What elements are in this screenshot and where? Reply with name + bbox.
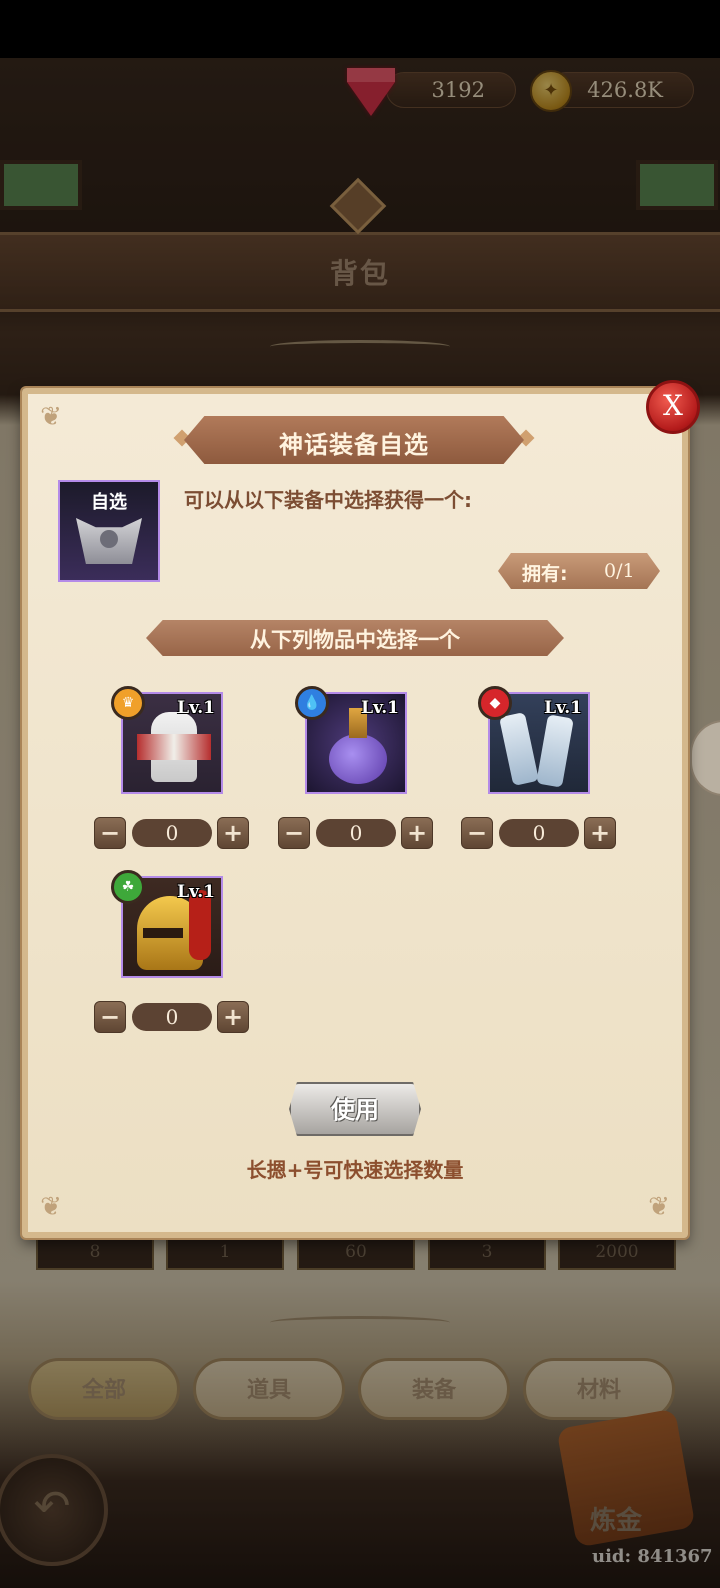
helmet-visor	[143, 928, 183, 938]
corner-ornament-icon: ❦	[648, 1192, 670, 1222]
description-text: 可以从以下装备中选择获得一个:	[184, 488, 472, 512]
close-button[interactable]: X	[646, 380, 700, 434]
quantity-field[interactable]: 0	[499, 819, 579, 847]
corner-ornament-icon: ❦	[40, 1192, 62, 1222]
gauntlet-right	[536, 714, 574, 788]
increase-button[interactable]: +	[217, 1001, 249, 1033]
quantity-field[interactable]: 0	[316, 819, 396, 847]
modal-title: 神话装备自选	[279, 431, 429, 459]
decrease-button[interactable]: −	[94, 817, 126, 849]
item-level: Lv.1	[361, 698, 399, 718]
increase-button[interactable]: +	[401, 817, 433, 849]
armor-pauldrons	[137, 734, 211, 760]
quantity-field[interactable]: 0	[132, 819, 212, 847]
increase-button[interactable]: +	[217, 817, 249, 849]
corner-ornament-icon: ❦	[40, 402, 62, 432]
increase-button[interactable]: +	[584, 817, 616, 849]
decrease-button[interactable]: −	[278, 817, 310, 849]
quality-badge-icon: ♛	[111, 686, 145, 720]
selector-chest-item: 自选	[58, 480, 160, 582]
quality-badge-icon: ☘	[111, 870, 145, 904]
owned-value: 0/1	[604, 560, 635, 582]
quantity-field[interactable]: 0	[132, 1003, 212, 1031]
hint-text: 长摁+号可快速选择数量	[246, 1158, 464, 1182]
quality-badge-icon: 💧	[295, 686, 329, 720]
item-level: Lv.1	[544, 698, 582, 718]
decrease-button[interactable]: −	[94, 1001, 126, 1033]
decrease-button[interactable]: −	[461, 817, 493, 849]
owned-label: 拥有:	[522, 563, 568, 585]
selector-item-label: 自选	[91, 492, 127, 513]
item-level: Lv.1	[177, 882, 215, 902]
item-level: Lv.1	[177, 698, 215, 718]
quality-badge-icon: ◆	[478, 686, 512, 720]
lock-icon	[100, 530, 118, 548]
potion-icon	[329, 734, 387, 784]
use-button[interactable]: 使用	[289, 1082, 421, 1136]
gauntlets-icon	[499, 712, 539, 786]
choose-banner-text: 从下列物品中选择一个	[250, 628, 460, 652]
